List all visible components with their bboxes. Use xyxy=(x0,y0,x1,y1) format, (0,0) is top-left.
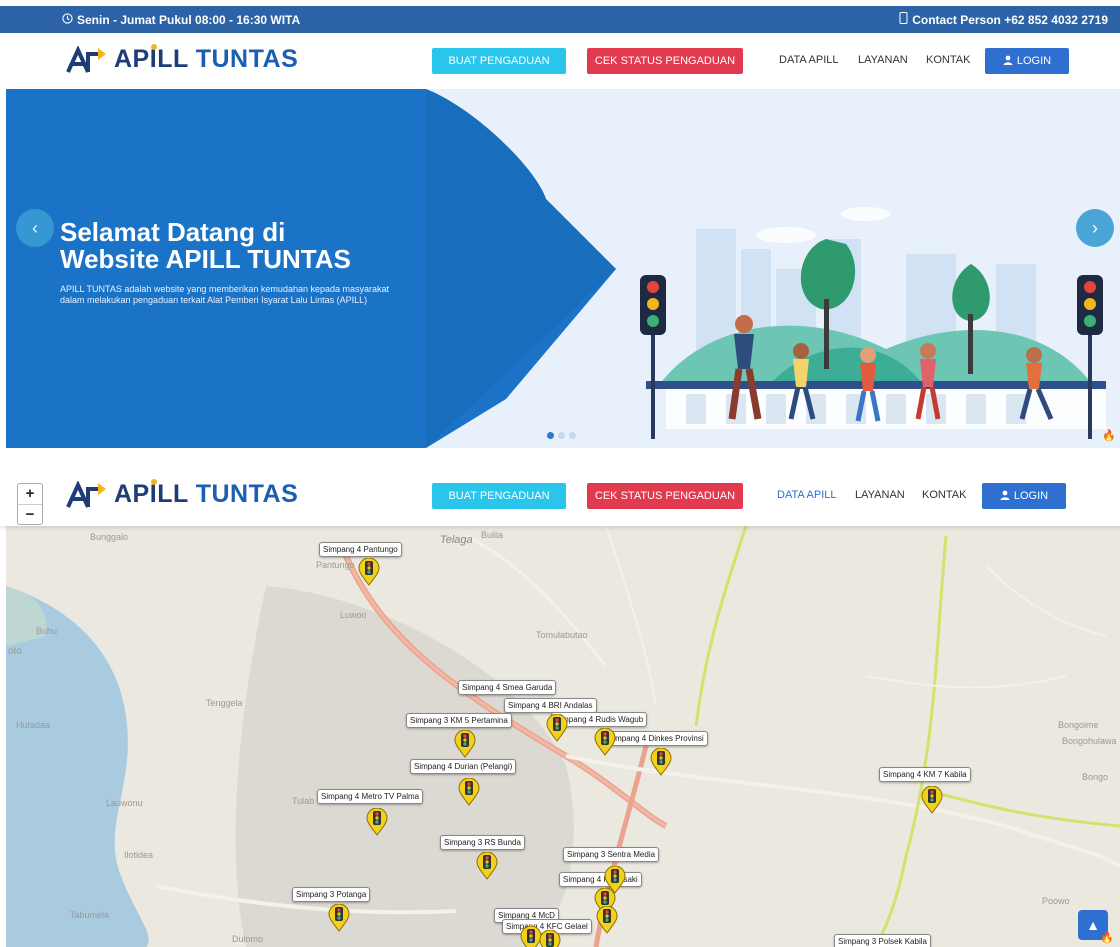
marker-label: Simpang 3 RS Bunda xyxy=(440,835,525,850)
traffic-arrow-logo-icon xyxy=(66,45,106,73)
login-label: LOGIN xyxy=(1013,490,1049,502)
marker-label: Simpang 4 Smea Garuda xyxy=(458,680,557,695)
user-icon xyxy=(1000,490,1010,503)
arrow-up-icon: ▲ xyxy=(1086,917,1100,933)
traffic-light-marker-icon[interactable] xyxy=(650,748,672,776)
map-place-label: Pantungo xyxy=(316,560,355,570)
traffic-light-marker-icon[interactable] xyxy=(454,730,476,758)
map-place-label: Telaga xyxy=(440,534,473,546)
traffic-light-marker-icon[interactable] xyxy=(539,930,561,947)
traffic-light-marker-icon[interactable] xyxy=(546,714,568,742)
marker-label: Simpang 4 Kawasaki xyxy=(559,872,642,887)
carousel-indicators xyxy=(547,432,576,439)
flame-icon: 🔥 xyxy=(1100,932,1114,944)
map-place-label: Tenggela xyxy=(206,698,243,708)
chevron-left-icon: ‹ xyxy=(32,217,38,238)
traffic-light-marker-icon[interactable] xyxy=(921,786,943,814)
carousel-dot-3[interactable] xyxy=(569,432,576,439)
apill-map[interactable]: Bunggalo Telaga Bulila Pantungo Luwoo To… xyxy=(6,526,1120,947)
map-place-label: Lauwonu xyxy=(106,798,143,808)
map-place-label: Bongo xyxy=(1082,772,1109,782)
traffic-light-marker-icon[interactable] xyxy=(476,852,498,880)
map-place-label: Ilotidea xyxy=(124,850,154,860)
marker-label: Simpang 4 Durian (Pelangi) xyxy=(410,759,517,774)
map-zoom-control: + − xyxy=(17,483,43,525)
chevron-right-icon: › xyxy=(1092,217,1098,238)
traffic-light-marker-icon[interactable] xyxy=(366,808,388,836)
map-place-label: Bulila xyxy=(481,530,504,540)
map-place-label: Buhu xyxy=(36,626,58,636)
hero-description: APILL TUNTAS adalah website yang memberi… xyxy=(60,284,390,305)
hours-info: Senin - Jumat Pukul 08:00 - 16:30 WITA xyxy=(62,13,300,27)
map-place-label: Bongohulawa xyxy=(1062,736,1117,746)
carousel-next-button[interactable]: › xyxy=(1076,209,1114,247)
map-place-label: Bongoime xyxy=(1058,720,1099,730)
map-place-label: Tulab xyxy=(292,796,315,806)
flame-icon: 🔥 xyxy=(1102,430,1116,442)
map-place-label: Hutadaa xyxy=(16,720,51,730)
traffic-light-marker-icon[interactable] xyxy=(458,778,480,806)
traffic-arrow-logo-icon xyxy=(66,480,106,508)
brand-logo-sticky[interactable]: API LL TUNTAS xyxy=(66,479,299,509)
hours-text: Senin - Jumat Pukul 08:00 - 16:30 WITA xyxy=(77,12,301,27)
map-place-label: Dulomo xyxy=(232,934,264,944)
map-place-label: Bunggalo xyxy=(90,532,129,542)
sticky-navbar: API LL TUNTAS BUAT PENGADUAN CEK STATUS P… xyxy=(0,468,1120,526)
login-button[interactable]: LOGIN xyxy=(982,483,1066,509)
clock-icon xyxy=(62,12,73,27)
marker-label: Simpang 3 Potanga xyxy=(292,887,371,902)
hero-title: Selamat Datang di Website APILL TUNTAS xyxy=(60,217,351,274)
marker-label: Simpang 3 Polsek Kabila xyxy=(834,934,931,947)
traffic-light-marker-icon[interactable] xyxy=(596,906,618,934)
traffic-light-marker-icon[interactable] xyxy=(328,904,350,932)
traffic-light-marker-icon[interactable] xyxy=(358,558,380,586)
zoom-out-button[interactable]: − xyxy=(18,505,42,525)
contact-text: Contact Person +62 852 4032 2719 xyxy=(912,12,1108,27)
marker-label: Simpang 3 Sentra Media xyxy=(563,847,660,862)
cek-status-button[interactable]: CEK STATUS PENGADUAN xyxy=(587,483,743,509)
buat-pengaduan-button[interactable]: BUAT PENGADUAN xyxy=(432,48,566,74)
marker-label: Simpang 4 Dinkes Provinsi xyxy=(604,731,708,746)
marker-label: Simpang 3 KM 5 Pertamina xyxy=(406,713,512,728)
carousel-dot-2[interactable] xyxy=(558,432,565,439)
carousel-prev-button[interactable]: ‹ xyxy=(16,209,54,247)
map-place-label: Poowo xyxy=(1042,896,1070,906)
map-place-label: oto xyxy=(8,646,22,657)
brand-name: API LL TUNTAS xyxy=(114,479,299,508)
map-place-label: Tomulabutao xyxy=(536,630,588,640)
nav-link-kontak[interactable]: KONTAK xyxy=(926,54,970,66)
marker-label: Simpang 4 Pantungo xyxy=(319,542,402,557)
nav-link-data-apill[interactable]: DATA APILL xyxy=(779,54,839,66)
login-button[interactable]: LOGIN xyxy=(985,48,1069,74)
brand-logo[interactable]: API LL TUNTAS xyxy=(66,44,299,74)
map-place-label: Luwoo xyxy=(340,610,367,620)
nav-link-data-apill[interactable]: DATA APILL xyxy=(777,489,837,501)
navbar: API LL TUNTAS BUAT PENGADUAN CEK STATUS P… xyxy=(0,33,1120,89)
login-label: LOGIN xyxy=(1016,55,1052,67)
top-info-bar: Senin - Jumat Pukul 08:00 - 16:30 WITA C… xyxy=(0,6,1120,33)
phone-icon xyxy=(899,12,908,27)
carousel-dot-1[interactable] xyxy=(547,432,554,439)
zoom-in-button[interactable]: + xyxy=(18,484,42,505)
buat-pengaduan-button[interactable]: BUAT PENGADUAN xyxy=(432,483,566,509)
nav-link-kontak[interactable]: KONTAK xyxy=(922,489,966,501)
cek-status-button[interactable]: CEK STATUS PENGADUAN xyxy=(587,48,743,74)
marker-label: Simpang 4 BRI Andalas xyxy=(504,698,597,713)
contact-info: Contact Person +62 852 4032 2719 xyxy=(899,12,1108,27)
nav-link-layanan[interactable]: LAYANAN xyxy=(858,54,908,66)
nav-link-layanan[interactable]: LAYANAN xyxy=(855,489,905,501)
marker-label: Simpang 4 Metro TV Palma xyxy=(317,789,424,804)
marker-label: Simpang 4 KM 7 Kabila xyxy=(879,767,971,782)
user-icon xyxy=(1003,55,1013,68)
map-place-label: Tabumela xyxy=(70,910,110,920)
traffic-light-marker-icon[interactable] xyxy=(594,728,616,756)
brand-name: API LL TUNTAS xyxy=(114,44,299,73)
hero-slider: Selamat Datang di Website APILL TUNTAS AP… xyxy=(6,89,1120,448)
